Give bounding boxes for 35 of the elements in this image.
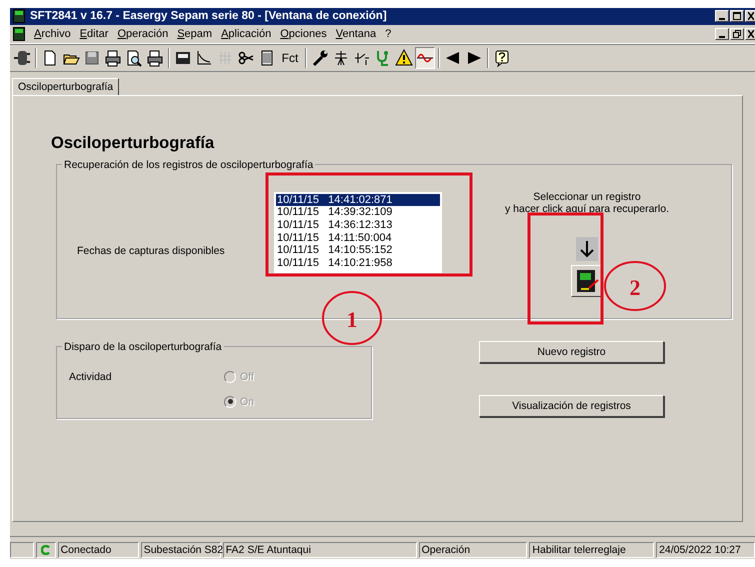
action-button[interactable]: Nuevo registro xyxy=(479,340,664,363)
hint-text: y hacer click aquí para recuperarlo. xyxy=(505,203,669,216)
tab[interactable]: Osciloperturbografía xyxy=(12,78,120,96)
menu-item[interactable]: Operación xyxy=(117,28,168,40)
record-item[interactable]: 10/11/15 14:11:50:004 xyxy=(276,232,440,244)
record-item[interactable]: 10/11/15 14:41:02:871 xyxy=(276,194,440,206)
menu-item[interactable]: Editar xyxy=(80,28,108,40)
menu-item[interactable]: Aplicación xyxy=(221,28,272,40)
menu-item[interactable]: Ventana xyxy=(336,28,376,40)
record-item[interactable]: 10/11/15 14:10:55:152 xyxy=(276,244,440,257)
hint-text: Seleccionar un registro xyxy=(533,190,641,204)
action-button[interactable]: Visualización de registros xyxy=(479,394,664,417)
record-item[interactable]: 10/11/15 14:39:32:109 xyxy=(276,206,440,219)
record-item[interactable]: 10/11/15 14:36:12:313 xyxy=(276,218,440,232)
callout-marker: 1 xyxy=(322,290,382,345)
record-list[interactable]: 10/11/15 14:41:02:871 10/11/15 14:39:32:109 10/11/15 14:36:12:313 10/11/15 14:11:50:004 10/11/15 14:10:55:152 10/11/15 14:10:21:958 xyxy=(274,192,442,273)
menu-item[interactable]: Opciones xyxy=(280,28,327,40)
menu-item[interactable]: Archivo xyxy=(34,28,71,40)
group-title: Recuperación de los registros de osciloperturbografía xyxy=(63,158,314,171)
group-title: Disparo de la osciloperturbografía xyxy=(63,340,223,353)
field-label: Actividad xyxy=(69,370,112,383)
status-text: Conectado xyxy=(58,542,139,558)
page-heading: Osciloperturbografía xyxy=(51,134,216,153)
status-text: Operación xyxy=(418,542,528,558)
status-text: 24/05/2022 10:27 xyxy=(656,542,755,558)
function-button[interactable]: Fct xyxy=(278,47,302,70)
menu-item[interactable]: ? xyxy=(385,28,392,40)
field-label: Fechas de capturas disponibles xyxy=(77,244,225,257)
status-text: Habilitar telerreglaje xyxy=(529,542,654,558)
record-item[interactable]: 10/11/15 14:10:21:958 xyxy=(276,256,440,270)
window-title: SFT2841 v 16.7 - Easergy Sepam serie 80 - [Ventana de conexión] xyxy=(30,10,387,22)
callout-marker: 2 xyxy=(604,260,666,311)
status-text: Subestación S82 xyxy=(140,542,221,558)
menu-item[interactable]: Sepam xyxy=(177,28,212,40)
status-text: FA2 S/E Atuntaqui xyxy=(222,542,417,558)
